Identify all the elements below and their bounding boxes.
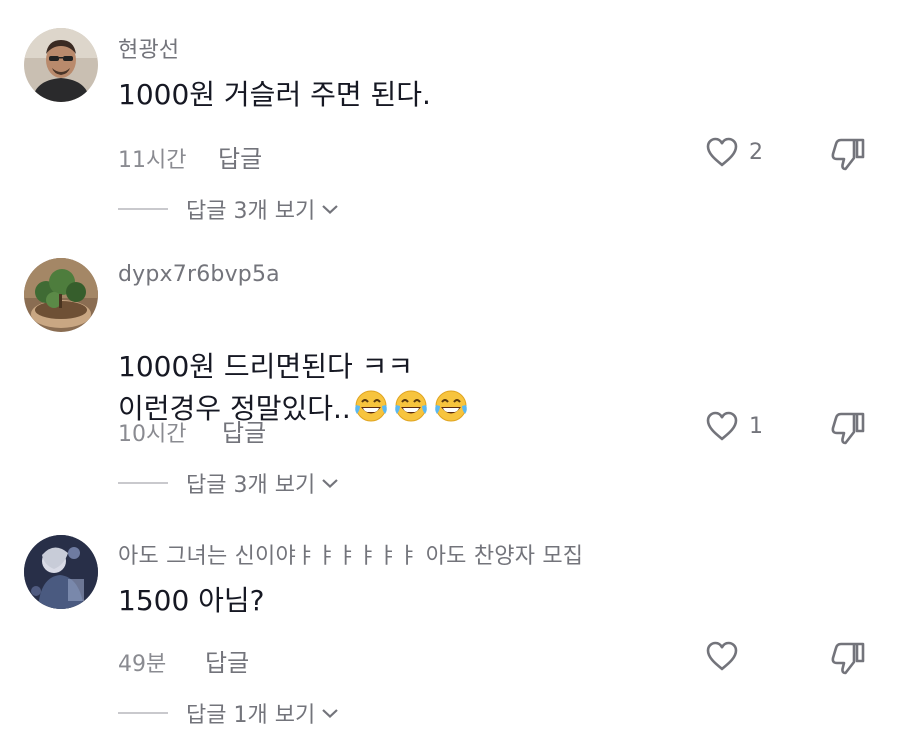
view-replies-label: 답글 3개 보기 xyxy=(186,199,316,224)
like-count: 2 xyxy=(749,139,763,165)
comment-timestamp: 11시간 xyxy=(118,148,187,173)
chevron-down-icon xyxy=(322,205,338,215)
chevron-down-icon xyxy=(322,479,338,489)
divider-line xyxy=(118,712,168,714)
comment-timestamp: 49분 xyxy=(118,652,167,677)
face-with-tears-of-joy-icon xyxy=(434,390,467,422)
thumbs-down-outline-icon xyxy=(831,138,865,171)
reply-button[interactable]: 답글 xyxy=(218,139,262,174)
heart-outline-icon xyxy=(706,411,738,441)
avatar[interactable] xyxy=(24,258,98,332)
comment-timestamp: 10시간 xyxy=(118,422,187,447)
heart-outline-icon xyxy=(706,137,738,167)
view-replies-label: 답글 3개 보기 xyxy=(186,473,316,498)
avatar[interactable] xyxy=(24,535,98,609)
comment-text: 1000원 드리면된다 ㅋㅋ 이런경우 정말있다.. xyxy=(118,304,469,430)
view-replies-button[interactable]: 답글 3개 보기 xyxy=(118,467,339,499)
comment-text: 1000원 거슬러 주면 된다. xyxy=(118,78,431,111)
view-replies-label: 답글 1개 보기 xyxy=(186,703,316,728)
divider-line xyxy=(118,208,168,210)
reply-button[interactable]: 답글 xyxy=(222,413,266,448)
like-count: 1 xyxy=(749,413,763,439)
comment-username[interactable]: dypx7r6bvp5a xyxy=(118,262,280,287)
dislike-button[interactable] xyxy=(830,410,868,450)
dislike-button[interactable] xyxy=(830,640,868,680)
face-with-tears-of-joy-icon xyxy=(354,390,387,422)
like-button[interactable]: 1 xyxy=(705,410,763,442)
face-with-tears-of-joy-icon xyxy=(394,390,427,422)
divider-line xyxy=(118,482,168,484)
view-replies-button[interactable]: 답글 3개 보기 xyxy=(118,193,339,225)
thumbs-down-outline-icon xyxy=(831,642,865,675)
emoji-group xyxy=(353,388,469,424)
comment-text: 1500 아님? xyxy=(118,584,265,617)
dislike-button[interactable] xyxy=(830,136,868,176)
thumbs-down-outline-icon xyxy=(831,412,865,445)
avatar[interactable] xyxy=(24,28,98,102)
comment-username[interactable]: 아도 그녀는 신이야ㅑㅑㅑㅑㅑㅑ 아도 찬양자 모집 xyxy=(118,538,583,570)
reply-button[interactable]: 답글 xyxy=(205,643,249,678)
view-replies-button[interactable]: 답글 1개 보기 xyxy=(118,697,339,729)
like-button[interactable] xyxy=(705,640,749,672)
chevron-down-icon xyxy=(322,709,338,719)
like-button[interactable]: 2 xyxy=(705,136,763,168)
heart-outline-icon xyxy=(706,641,738,671)
comment-username[interactable]: 현광선 xyxy=(118,32,179,64)
